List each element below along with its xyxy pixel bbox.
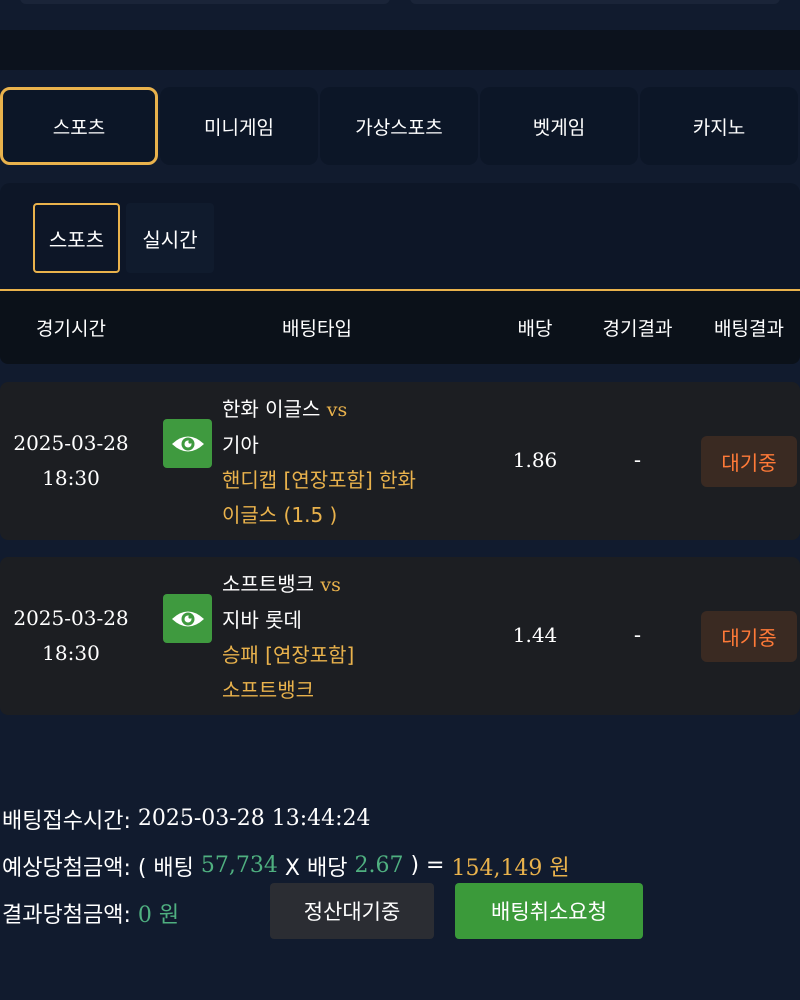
total-odds: 2.67 [354,853,404,878]
game-time: 18:30 [42,641,100,665]
view-detail-button[interactable] [163,419,212,468]
tab-virtual-sports[interactable]: 가상스포츠 [320,87,478,165]
settlement-pending-button[interactable]: 정산대기중 [270,883,434,939]
header-bet-result: 배팅결과 [714,318,784,340]
header-bet-type: 배팅타입 [282,318,352,340]
bet-pick-cont: 소프트뱅크 [222,678,314,702]
odds-value: 1.86 [512,448,558,472]
result-win-label: 결과당첨금액: [2,902,131,928]
received-time-label: 배팅접수시간: [2,808,131,834]
tab-minigame[interactable]: 미니게임 [160,87,318,165]
divider-strip [0,30,800,70]
times-odds-label: X 배당 [284,855,348,881]
sub-tab-area: 스포츠 실시간 [0,183,800,289]
expected-win-line: 예상당첨금액: ( 배팅 57,734 X 배당 2.67 ) = 154,14… [2,842,800,889]
result-amount: 0 원 [137,902,180,928]
status-badge: 대기중 [701,611,797,662]
expected-open: ( 배팅 [137,855,194,881]
bet-description: 한화 이글스 vs 기아 핸디캡 [연장포함] 한화 이글스 (1.5 ) [222,392,462,533]
away-team: 기아 [222,433,259,457]
game-datetime: 2025-03-28 18:30 [0,601,142,671]
bet-pick: 승패 [연장포함] [222,643,355,667]
top-remnant [0,0,800,30]
top-remnant-box-right [410,0,780,4]
stake-amount: 57,734 [200,853,278,878]
bet-description: 소프트뱅크 vs 지바 롯데 승패 [연장포함] 소프트뱅크 [222,567,462,708]
bet-pick: 핸디캡 [연장포함] 한화 [222,468,416,492]
expected-win-label: 예상당첨금액: [2,855,131,881]
header-game-result: 경기결과 [602,318,673,340]
received-time-line: 배팅접수시간: 2025-03-28 13:44:24 [2,795,800,842]
tab-betgame[interactable]: 벳게임 [480,87,638,165]
bet-pick-cont: 이글스 (1.5 ) [222,503,338,527]
vs-label: vs [320,574,341,596]
game-date: 2025-03-28 [13,606,129,630]
tab-sports[interactable]: 스포츠 [0,87,158,165]
game-result: - [633,623,642,647]
game-result: - [633,448,642,472]
main-tabs: 스포츠 미니게임 가상스포츠 벳게임 카지노 [0,87,800,165]
status-badge: 대기중 [701,436,797,487]
table-header: 경기시간 배팅타입 배당 경기결과 배팅결과 [0,289,800,364]
away-team: 지바 롯데 [222,608,302,632]
table-row: 2025-03-28 18:30 한화 이글스 vs 기아 핸디캡 [연장포함]… [0,382,800,540]
game-time: 18:30 [42,466,100,490]
table-row: 2025-03-28 18:30 소프트뱅크 vs 지바 롯데 승패 [연장포함… [0,557,800,715]
subtab-live[interactable]: 실시간 [126,203,214,273]
subtab-sports[interactable]: 스포츠 [33,203,120,273]
cancel-bet-button[interactable]: 배팅취소요청 [455,883,643,939]
header-odds: 배당 [517,318,553,340]
expected-close: ) = [410,853,445,878]
received-time-value: 2025-03-28 13:44:24 [137,806,371,831]
eye-icon [171,436,204,451]
vs-label: vs [326,399,348,421]
expected-amount: 154,149 원 [451,855,570,881]
game-date: 2025-03-28 [13,431,129,455]
tab-casino[interactable]: 카지노 [640,87,798,165]
home-team: 소프트뱅크 [222,572,314,596]
odds-value: 1.44 [512,623,558,647]
eye-icon [171,611,204,626]
top-remnant-box-left [20,0,390,4]
header-game-time: 경기시간 [36,318,106,340]
game-datetime: 2025-03-28 18:30 [0,426,142,496]
home-team: 한화 이글스 [222,397,321,421]
view-detail-button[interactable] [163,594,212,643]
